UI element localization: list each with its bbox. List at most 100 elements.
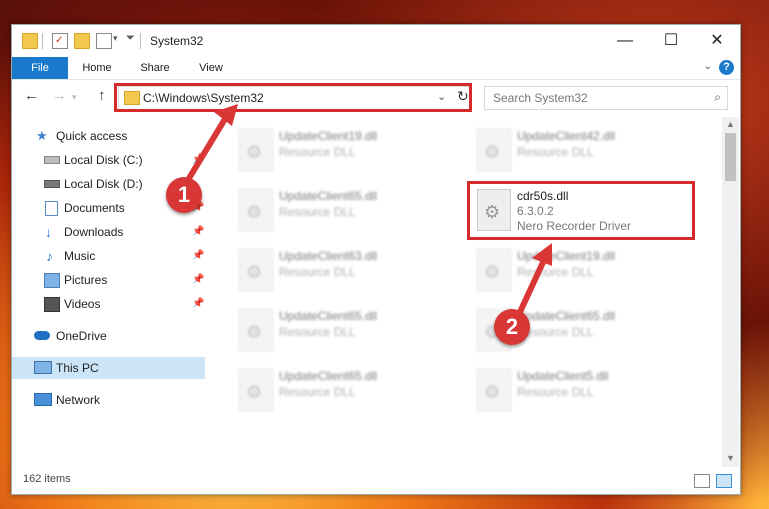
file-type: Resource DLL <box>279 325 356 339</box>
drive-icon <box>44 156 60 164</box>
file-list: ⚙ UpdateClient19.dll Resource DLL ⚙ Upda… <box>215 117 720 465</box>
file-name: UpdateClient19.dll <box>517 249 616 263</box>
sidebar-item-label: Quick access <box>56 129 128 143</box>
videos-icon <box>44 297 60 312</box>
pin-icon[interactable]: 📌 <box>192 245 204 267</box>
customize-toolbar-icon[interactable]: ⏷ <box>126 32 135 45</box>
dll-file-icon: ⚙ <box>239 369 273 411</box>
pin-icon[interactable]: 📌 <box>192 221 204 243</box>
up-button[interactable]: ↑ <box>98 87 106 104</box>
cloud-icon <box>34 331 50 340</box>
dll-file-icon: ⚙ <box>477 369 511 411</box>
dll-file-icon: ⚙ <box>239 249 273 291</box>
file-name: UpdateClient65.dll <box>279 189 378 203</box>
pin-icon[interactable]: 📌 <box>192 293 204 315</box>
sidebar-item-downloads[interactable]: ↓ Downloads 📌 <box>12 221 205 243</box>
drive-icon <box>44 180 60 188</box>
pin-icon[interactable]: 📌 <box>192 149 204 171</box>
file-name: UpdateClient65.dll <box>279 309 378 323</box>
separator <box>42 33 43 49</box>
search-input[interactable]: Search System32 ⌕ <box>484 86 728 110</box>
expand-ribbon-icon[interactable]: ⌄ <box>704 61 712 72</box>
window-title: System32 <box>150 34 204 48</box>
sidebar-item-label: This PC <box>56 361 99 375</box>
sidebar-item-network[interactable]: Network <box>12 389 205 411</box>
status-bar: 162 items <box>12 469 740 493</box>
sidebar-item-label: Downloads <box>64 225 124 239</box>
new-folder-icon[interactable] <box>74 33 90 49</box>
file-item[interactable]: ⚙ UpdateClient19.dll Resource DLL <box>473 243 693 297</box>
tiles-view-icon[interactable] <box>716 474 732 488</box>
recent-locations-icon[interactable]: ▾ <box>72 92 77 103</box>
dll-file-icon: ⚙ <box>239 189 273 231</box>
scroll-down-icon[interactable]: ▼ <box>726 453 735 463</box>
sidebar-item-pictures[interactable]: Pictures 📌 <box>12 269 205 291</box>
sidebar-item-onedrive[interactable]: OneDrive <box>12 325 205 347</box>
tab-view[interactable]: View <box>186 57 236 79</box>
network-icon <box>34 393 52 406</box>
file-name: UpdateClient63.dll <box>279 249 378 263</box>
file-type: Resource DLL <box>279 205 356 219</box>
file-type: Resource DLL <box>279 145 356 159</box>
sidebar-item-label: Local Disk (C:) <box>64 153 143 167</box>
help-icon[interactable]: ? <box>719 60 734 75</box>
step-badge-2: 2 <box>494 309 530 345</box>
ribbon: File Home Share View ⌄ ? <box>12 57 740 80</box>
details-view-icon[interactable] <box>694 474 710 488</box>
documents-icon <box>45 201 58 216</box>
file-type: Resource DLL <box>517 145 594 159</box>
sidebar-item-this-pc[interactable]: This PC <box>12 357 205 379</box>
file-name: UpdateClient19.dll <box>279 129 378 143</box>
file-type: Resource DLL <box>517 385 594 399</box>
forward-button[interactable]: → <box>52 87 67 104</box>
sidebar-item-quick-access[interactable]: ★ Quick access <box>12 125 205 147</box>
sidebar-item-label: Music <box>64 249 96 263</box>
pictures-icon <box>44 273 60 288</box>
scroll-up-icon[interactable]: ▲ <box>726 119 735 129</box>
folder-icon <box>22 33 38 49</box>
file-name: UpdateClient65.dll <box>517 309 616 323</box>
sidebar-item-videos[interactable]: Videos 📌 <box>12 293 205 315</box>
dll-file-icon: ⚙ <box>239 309 273 351</box>
tab-home[interactable]: Home <box>72 57 122 79</box>
dll-file-icon: ⚙ <box>477 249 511 291</box>
minimize-button[interactable]: — <box>602 25 648 57</box>
pin-icon[interactable]: 📌 <box>192 269 204 291</box>
dll-file-icon: ⚙ <box>239 129 273 171</box>
sidebar-item-music[interactable]: ♪ Music 📌 <box>12 245 205 267</box>
file-item[interactable]: ⚙ UpdateClient65.dll Resource DLL <box>235 303 455 357</box>
separator <box>140 33 141 49</box>
back-button[interactable]: ← <box>24 87 39 104</box>
address-highlight-box <box>114 83 472 112</box>
file-item[interactable]: ⚙ UpdateClient65.dll Resource DLL <box>235 363 455 417</box>
sidebar-item-label: OneDrive <box>56 329 107 343</box>
properties-icon[interactable]: ✓ <box>52 33 68 49</box>
star-icon: ★ <box>36 128 48 143</box>
file-type: Resource DLL <box>279 265 356 279</box>
file-item[interactable]: ⚙ UpdateClient63.dll Resource DLL <box>235 243 455 297</box>
maximize-button[interactable]: ☐ <box>648 25 694 57</box>
file-item[interactable]: ⚙ UpdateClient19.dll Resource DLL <box>235 123 455 177</box>
vertical-scrollbar[interactable]: ▲ ▼ <box>722 117 739 467</box>
file-name: UpdateClient5.dll <box>517 369 609 383</box>
scrollbar-thumb[interactable] <box>725 133 736 181</box>
file-name: UpdateClient65.dll <box>279 369 378 383</box>
chevron-down-icon[interactable]: ▾ <box>113 33 118 44</box>
file-type: Resource DLL <box>279 385 356 399</box>
step-badge-1: 1 <box>166 177 202 213</box>
close-button[interactable]: ✕ <box>694 25 740 57</box>
file-type: Resource DLL <box>517 265 594 279</box>
file-item[interactable]: ⚙ UpdateClient65.dll Resource DLL <box>235 183 455 237</box>
search-placeholder: Search System32 <box>493 91 588 105</box>
sidebar-item-label: Pictures <box>64 273 108 287</box>
search-icon[interactable]: ⌕ <box>714 90 721 105</box>
tab-share[interactable]: Share <box>130 57 180 79</box>
file-item[interactable]: ⚙ UpdateClient42.dll Resource DLL <box>473 123 693 177</box>
file-name: UpdateClient42.dll <box>517 129 616 143</box>
item-count: 162 items <box>23 473 71 485</box>
sidebar-item-local-disk-c[interactable]: Local Disk (C:) 📌 <box>12 149 205 171</box>
file-item[interactable]: ⚙ UpdateClient5.dll Resource DLL <box>473 363 693 417</box>
view-options-icon[interactable] <box>96 33 112 49</box>
sidebar-item-label: Network <box>56 393 101 407</box>
tab-file[interactable]: File <box>12 57 68 79</box>
